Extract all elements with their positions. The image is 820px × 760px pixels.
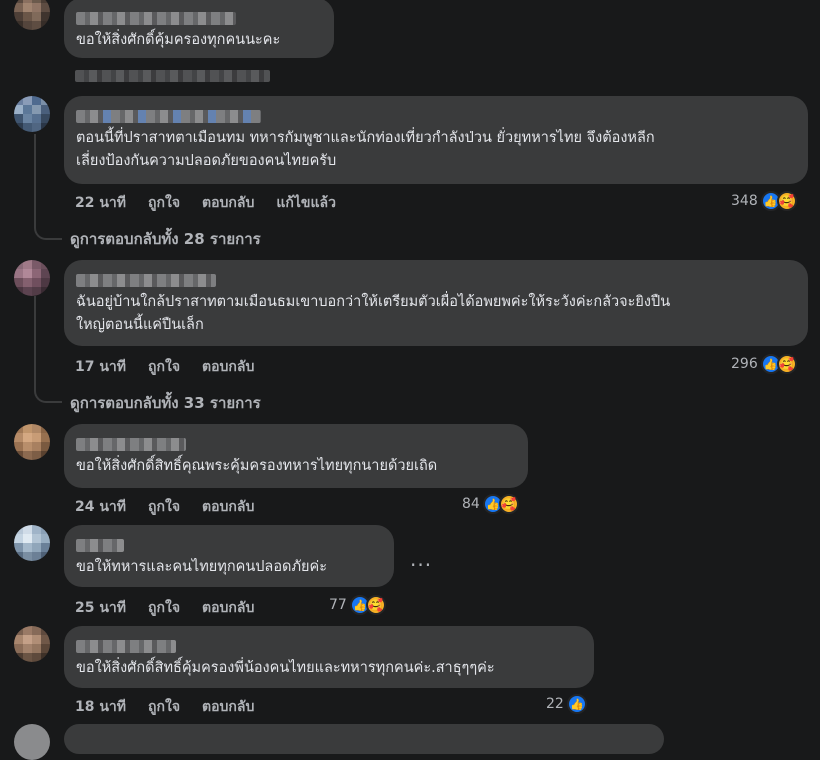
avatar[interactable] — [14, 96, 50, 132]
view-replies-link[interactable]: ดูการตอบกลับทั้ง 33 รายการ — [70, 391, 261, 415]
view-replies-link[interactable]: ดูการตอบกลับทั้ง 28 รายการ — [70, 227, 261, 251]
comment-text: ขอให้สิ่งศักดิ์คุ้มครองทุกคนนะคะ — [76, 32, 281, 48]
comment-actions: 25 นาที ถูกใจ ตอบกลับ — [75, 597, 254, 619]
comment-bubble: ตอนนี้ที่ปราสาทตาเมือนทม ทหารกัมพูชาและน… — [64, 96, 808, 184]
reaction-count: 22 — [546, 696, 564, 712]
care-icon: 🥰 — [365, 595, 386, 615]
comment-bubble — [64, 724, 664, 754]
commenter-name[interactable] — [76, 12, 236, 25]
comment-bubble: ขอให้สิ่งศักดิ์สิทธิ์คุ้มครองพี่น้องคนไท… — [64, 626, 594, 688]
commenter-name[interactable] — [76, 110, 261, 123]
avatar[interactable] — [14, 0, 50, 30]
comment-text: ตอนนี้ที่ปราสาทตาเมือนทม ทหารกัมพูชาและน… — [76, 130, 655, 169]
comment-actions: 24 นาที ถูกใจ ตอบกลับ — [75, 496, 254, 518]
reply-button[interactable]: ตอบกลับ — [202, 597, 254, 619]
avatar[interactable] — [14, 260, 50, 296]
like-button[interactable]: ถูกใจ — [148, 356, 180, 378]
reaction-count: 84 — [462, 496, 480, 512]
like-button[interactable]: ถูกใจ — [148, 192, 180, 214]
care-icon: 🥰 — [776, 354, 797, 374]
comment-time[interactable]: 17 นาที — [75, 356, 126, 378]
care-icon: 🥰 — [498, 494, 519, 514]
comment-meta-row — [75, 70, 270, 82]
comment-actions: 18 นาที ถูกใจ ตอบกลับ — [75, 696, 254, 718]
thread-connector — [34, 387, 62, 403]
reply-button[interactable]: ตอบกลับ — [202, 192, 254, 214]
thread-connector — [34, 224, 62, 240]
comment-time[interactable]: 24 นาที — [75, 496, 126, 518]
comment-text: ขอให้สิ่งศักดิ์สิทธิ์คุ้มครองพี่น้องคนไท… — [76, 660, 495, 676]
commenter-name[interactable] — [76, 274, 216, 287]
commenter-name[interactable] — [76, 539, 124, 552]
reaction-summary[interactable]: 22 👍 — [546, 694, 587, 714]
care-icon: 🥰 — [776, 191, 797, 211]
comment-time[interactable]: 25 นาที — [75, 597, 126, 619]
reply-button[interactable]: ตอบกลับ — [202, 696, 254, 718]
avatar[interactable] — [14, 724, 50, 760]
commenter-name[interactable] — [76, 640, 176, 653]
comment-text: ฉันอยู่บ้านใกล้ปราสาทตามเมือนธมเขาบอกว่า… — [76, 294, 671, 333]
reaction-summary[interactable]: 77 👍 🥰 — [329, 595, 386, 615]
thread-line — [34, 296, 36, 388]
commenter-name[interactable] — [76, 438, 186, 451]
thread-line — [34, 134, 36, 226]
edited-label[interactable]: แก้ไขแล้ว — [276, 192, 336, 214]
comment-actions: 17 นาที ถูกใจ ตอบกลับ — [75, 356, 254, 378]
reaction-summary[interactable]: 84 👍 🥰 — [462, 494, 519, 514]
reaction-summary[interactable]: 348 👍 🥰 — [731, 191, 797, 211]
reply-button[interactable]: ตอบกลับ — [202, 496, 254, 518]
reaction-count: 348 — [731, 193, 758, 209]
comment-bubble: ขอให้สิ่งศักดิ์สิทธิ์คุณพระคุ้มครองทหารไ… — [64, 424, 528, 488]
like-button[interactable]: ถูกใจ — [148, 696, 180, 718]
like-button[interactable]: ถูกใจ — [148, 597, 180, 619]
comment-time[interactable]: 22 นาที — [75, 192, 126, 214]
comment-bubble: ขอให้ทหารและคนไทยทุกคนปลอดภัยค่ะ — [64, 525, 394, 587]
avatar[interactable] — [14, 424, 50, 460]
reaction-count: 296 — [731, 356, 758, 372]
avatar[interactable] — [14, 626, 50, 662]
comment-text: ขอให้สิ่งศักดิ์สิทธิ์คุณพระคุ้มครองทหารไ… — [76, 458, 438, 474]
like-button[interactable]: ถูกใจ — [148, 496, 180, 518]
comment-actions: 22 นาที ถูกใจ ตอบกลับ แก้ไขแล้ว — [75, 192, 336, 214]
comment-bubble: ฉันอยู่บ้านใกล้ปราสาทตามเมือนธมเขาบอกว่า… — [64, 260, 808, 346]
comment-bubble: ขอให้สิ่งศักดิ์คุ้มครองทุกคนนะคะ — [64, 0, 334, 58]
comment-text: ขอให้ทหารและคนไทยทุกคนปลอดภัยค่ะ — [76, 559, 327, 575]
comment-time[interactable]: 18 นาที — [75, 696, 126, 718]
reply-button[interactable]: ตอบกลับ — [202, 356, 254, 378]
more-options-button[interactable]: ... — [410, 547, 432, 571]
like-icon: 👍 — [566, 694, 587, 714]
reaction-summary[interactable]: 296 👍 🥰 — [731, 354, 797, 374]
reaction-count: 77 — [329, 597, 347, 613]
avatar[interactable] — [14, 525, 50, 561]
